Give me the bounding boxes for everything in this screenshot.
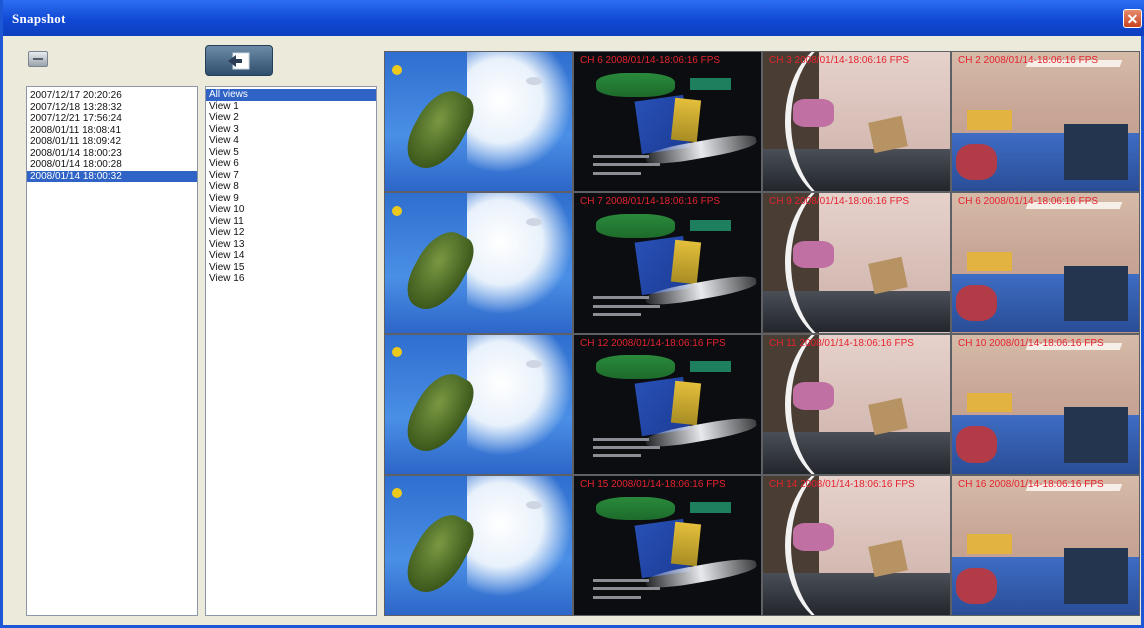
snapshot-time-item[interactable]: 2007/12/18 13:28:32 <box>27 102 197 114</box>
channel-overlay-label: CH 14 2008/01/14-18:06:16 FPS <box>769 478 915 490</box>
channel-overlay-label: CH 2 2008/01/14-18:06:16 FPS <box>958 55 1099 66</box>
snapshot-window: Snapshot ✕ 2007/12/17 20:20:26 2007/12/18… <box>0 0 1144 628</box>
title-bar: Snapshot ✕ <box>3 0 1144 36</box>
camera-view-tile[interactable]: CH 10 2008/01/14-18:06:16 FPS <box>952 334 1139 474</box>
view-item[interactable]: View 16 <box>206 273 376 285</box>
snapshot-time-item[interactable]: 2008/01/14 18:00:23 <box>27 148 197 160</box>
channel-overlay-label: CH 15 2008/01/14-18:06:16 FPS <box>580 478 726 490</box>
channel-overlay-label: CH 9 2008/01/14-18:06:16 FPS <box>769 196 910 208</box>
channel-overlay-label: CH 12 2008/01/14-18:06:16 FPS <box>580 337 726 349</box>
channel-overlay-label: CH 6 2008/01/14-18:06:16 FPS <box>958 196 1099 208</box>
view-item[interactable]: View 11 <box>206 216 376 228</box>
channel-overlay-label: CH 11 2008/01/14-18:06:16 FPS <box>769 337 914 349</box>
camera-view-tile[interactable]: CH 11 2008/01/14-18:06:16 FPS <box>763 334 950 474</box>
camera-view-tile[interactable] <box>385 52 572 192</box>
camera-view-tile[interactable]: CH 14 2008/01/14-18:06:16 FPS <box>763 475 950 615</box>
view-item[interactable]: View 12 <box>206 227 376 239</box>
camera-view-tile[interactable]: CH 9 2008/01/14-18:06:16 FPS <box>763 193 950 333</box>
camera-view-tile[interactable]: CH 15 2008/01/14-18:06:16 FPS <box>574 475 761 615</box>
camera-view-tile[interactable]: CH 16 2008/01/14-18:06:16 FPS <box>952 475 1139 615</box>
camera-view-tile[interactable]: CH 12 2008/01/14-18:06:16 FPS <box>574 334 761 474</box>
snapshot-time-list[interactable]: 2007/12/17 20:20:26 2007/12/18 13:28:32 20… <box>26 86 198 616</box>
camera-grid: CH 6 2008/01/14-18:06:16 FPS CH 3 2008/01… <box>384 51 1140 616</box>
export-button[interactable] <box>205 45 273 76</box>
view-item[interactable]: View 2 <box>206 112 376 124</box>
camera-view-tile[interactable]: CH 2 2008/01/14-18:06:16 FPS <box>952 52 1139 192</box>
channel-overlay-label: CH 10 2008/01/14-18:06:16 FPS <box>958 337 1104 349</box>
snapshot-time-item[interactable]: 2008/01/14 18:00:32 <box>27 170 197 182</box>
snapshot-time-item[interactable]: 2008/01/14 18:00:28 <box>27 159 197 171</box>
camera-view-tile[interactable]: CH 7 2008/01/14-18:06:16 FPS <box>574 193 761 333</box>
view-list[interactable]: All views View 1 View 2 View 3 View 4 View 5V… <box>205 86 377 616</box>
view-item[interactable]: View 10 <box>206 204 376 216</box>
view-item[interactable]: View 4 <box>206 135 376 147</box>
view-item[interactable]: View 5 <box>206 147 376 159</box>
snapshot-time-item[interactable]: 2007/12/17 20:20:26 <box>27 90 197 102</box>
view-item[interactable]: View 7 <box>206 170 376 182</box>
view-item[interactable]: View 14 <box>206 250 376 262</box>
camera-view-tile[interactable]: CH 6 2008/01/14-18:06:16 FPS <box>574 52 761 192</box>
camera-view-tile[interactable]: CH 6 2008/01/14-18:06:16 FPS <box>952 193 1139 333</box>
view-item[interactable]: View 13 <box>206 239 376 251</box>
camera-view-tile[interactable] <box>385 193 572 333</box>
snapshot-time-item[interactable]: 2008/01/11 18:08:41 <box>27 125 197 137</box>
export-arrow-icon <box>228 52 250 70</box>
channel-overlay-label: CH 6 2008/01/14-18:06:16 FPS <box>580 55 721 66</box>
snapshot-time-item[interactable]: 2008/01/11 18:09:42 <box>27 136 197 148</box>
view-item[interactable]: View 9 <box>206 193 376 205</box>
view-item[interactable]: View 3 <box>206 124 376 136</box>
camera-view-tile[interactable] <box>385 475 572 615</box>
view-item[interactable]: View 6 <box>206 158 376 170</box>
window-title: Snapshot <box>12 11 66 26</box>
minimize-button[interactable] <box>28 51 48 67</box>
camera-view-tile[interactable]: CH 3 2008/01/14-18:06:16 FPS <box>763 52 950 192</box>
snapshot-time-item[interactable]: 2007/12/21 17:56:24 <box>27 113 197 125</box>
channel-overlay-label: CH 16 2008/01/14-18:06:16 FPS <box>958 478 1104 490</box>
camera-view-tile[interactable] <box>385 334 572 474</box>
channel-overlay-label: CH 3 2008/01/14-18:06:16 FPS <box>769 55 910 66</box>
channel-overlay-label: CH 7 2008/01/14-18:06:16 FPS <box>580 196 721 208</box>
close-button[interactable]: ✕ <box>1123 9 1142 28</box>
view-item[interactable]: View 15 <box>206 262 376 274</box>
view-item[interactable]: View 1 <box>206 101 376 113</box>
view-item[interactable]: View 8 <box>206 181 376 193</box>
view-item[interactable]: All views <box>206 89 376 101</box>
